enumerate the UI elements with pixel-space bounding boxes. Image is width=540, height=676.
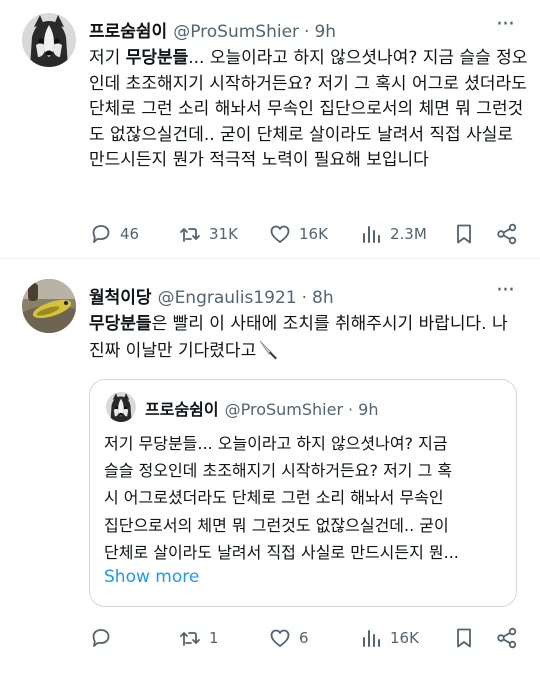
reply-count: 46 — [120, 225, 140, 243]
tweet-header: 월척이당 @Engraulis1921 · 8h — [89, 283, 334, 308]
heart-icon — [270, 225, 290, 243]
tweet-text: 저기 무당분들... 오늘이라고 하지 않으셧나여? 지금 슬슬 정오인데 초조… — [89, 46, 529, 174]
like-button[interactable]: 16K — [268, 219, 328, 249]
timestamp[interactable]: 9h — [314, 22, 336, 42]
speech-bubble-icon — [92, 225, 110, 243]
repost-button[interactable]: 31K — [178, 219, 238, 249]
tweet-text: 무당분들은 빨리 이 사태에 조치를 취해주시기 바랍니다. 나 진짜 이날만 … — [89, 312, 514, 364]
display-name[interactable]: 프로숨쉼이 — [89, 17, 167, 42]
quoted-text-line: 시 어그로셨더라도 단체로 그런 소리 해놔서 무속인 — [104, 488, 444, 508]
like-button[interactable]: 6 — [268, 623, 309, 653]
quoted-text-line: 슬슬 정오인데 초조해지기 시작하거든요? 저기 그 혹 — [104, 461, 453, 481]
tweet-header: 프로숨쉼이 @ProSumShier · 9h — [89, 17, 336, 42]
reply-button[interactable]: 46 — [89, 219, 139, 249]
quoted-tweet-text: 저기 무당분들... 오늘이라고 하지 않으셧나여? 지금 슬슬 정오인데 초조… — [104, 430, 504, 566]
bar-chart-icon — [363, 630, 380, 647]
separator-dot: · — [304, 22, 310, 42]
views-button[interactable]: 16K — [359, 623, 419, 653]
husky-avatar-image — [22, 13, 76, 67]
share-button[interactable] — [495, 219, 519, 249]
bookmark-button[interactable] — [452, 623, 476, 653]
like-count: 16K — [299, 225, 328, 243]
user-handle[interactable]: @ProSumShier — [173, 22, 299, 42]
husky-avatar-image — [106, 392, 136, 422]
share-icon — [497, 627, 517, 649]
bar-chart-icon — [363, 226, 380, 243]
share-icon — [497, 223, 517, 245]
like-count: 6 — [299, 629, 309, 647]
user-handle[interactable]: @Engraulis1921 — [158, 288, 297, 308]
avatar[interactable] — [22, 13, 76, 67]
quoted-tweet-header: 프로숨쉼이 @ProSumShier · 9h — [145, 396, 378, 420]
tweet-text-bold: 무당분들 — [125, 48, 189, 68]
avatar[interactable] — [22, 279, 76, 333]
quoted-text-line: 단체로 살이라도 날려서 직접 사실로 만드시든지 뭔... — [104, 542, 459, 562]
more-dots-icon[interactable]: ··· — [496, 14, 515, 36]
action-bar: 1 6 16K — [89, 623, 529, 653]
quoted-user-handle: @ProSumShier — [224, 400, 344, 419]
tweet-text-bold: 무당분들 — [89, 314, 152, 334]
action-bar: 46 31K 16K 2.3M — [89, 219, 529, 249]
repost-count: 1 — [209, 629, 219, 647]
view-count: 16K — [390, 629, 419, 647]
bookmark-button[interactable] — [452, 219, 476, 249]
tweet[interactable]: 프로숨쉼이 @ProSumShier · 9h ··· 저기 무당분들... 오… — [0, 0, 540, 258]
quoted-text-line: 저기 무당분들... 오늘이라고 하지 않으셧나여? 지금 — [104, 434, 448, 453]
repost-arrows-icon — [180, 228, 200, 242]
separator-dot: · — [301, 288, 308, 308]
tweet-text-part: 은 빨리 이 사태에 조치를 취해주시기 바랍니다. 나 진짜 이날만 기다렸다… — [89, 314, 508, 361]
display-name[interactable]: 월척이당 — [89, 283, 152, 308]
reply-button[interactable] — [89, 623, 120, 653]
share-button[interactable] — [495, 623, 519, 653]
view-count: 2.3M — [390, 225, 427, 243]
bookmark-icon — [457, 628, 471, 648]
tweet[interactable]: 월척이당 @Engraulis1921 · 8h ··· 무당분들은 빨리 이 … — [0, 258, 540, 676]
separator-dot: · — [348, 400, 354, 419]
heart-icon — [270, 629, 290, 647]
repost-arrows-icon — [180, 632, 200, 646]
repost-count: 31K — [209, 225, 238, 243]
quoted-text-line: 집단으로서의 체면 뭐 그런것도 없잖으실건데.. 굳이 — [104, 515, 449, 535]
bookmark-icon — [457, 224, 471, 244]
knife-emoji-icon — [259, 340, 278, 360]
tweet-text-part: 저기 — [89, 48, 126, 68]
more-dots-icon[interactable]: ··· — [496, 280, 515, 302]
timestamp[interactable]: 8h — [312, 288, 334, 308]
speech-bubble-icon — [92, 629, 110, 647]
show-more-link[interactable]: Show more — [104, 567, 199, 587]
quoted-display-name: 프로숨쉼이 — [145, 400, 219, 419]
quoted-tweet[interactable]: 프로숨쉼이 @ProSumShier · 9h 저기 무당분들... 오늘이라고… — [89, 379, 517, 607]
quoted-timestamp: 9h — [358, 400, 379, 419]
views-button[interactable]: 2.3M — [359, 219, 427, 249]
quoted-avatar[interactable] — [106, 392, 136, 422]
fish-photo-avatar-image — [22, 279, 76, 333]
repost-button[interactable]: 1 — [178, 623, 219, 653]
